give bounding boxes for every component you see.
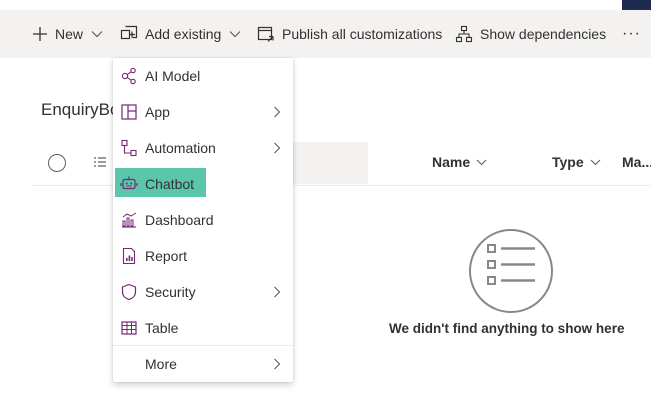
- menu-item-report[interactable]: Report: [113, 238, 293, 274]
- plus-icon: [33, 27, 47, 41]
- column-header-name[interactable]: Name: [432, 154, 487, 170]
- column-header-managed[interactable]: Ma...: [622, 154, 651, 170]
- menu-item-table[interactable]: Table: [113, 310, 293, 346]
- dependencies-label: Show dependencies: [480, 26, 607, 42]
- dependencies-icon: [455, 25, 473, 43]
- menu-item-dashboard[interactable]: Dashboard: [113, 202, 293, 238]
- chevron-down-icon: [590, 159, 601, 165]
- menu-item-label: Table: [145, 320, 179, 336]
- main-content: EnquiryBot Name Type Ma... We didn't fin…: [0, 58, 651, 403]
- dashboard-icon: [122, 212, 137, 228]
- menu-item-label: AI Model: [145, 68, 201, 84]
- chatbot-icon: [120, 176, 138, 190]
- menu-item-label: Report: [145, 248, 188, 264]
- chevron-right-icon: [274, 286, 281, 298]
- publish-icon: [257, 26, 274, 42]
- chevron-down-icon: [476, 159, 487, 165]
- page-title: EnquiryBot: [41, 100, 115, 119]
- menu-item-label: App: [145, 104, 170, 120]
- menu-item-ai-model[interactable]: AI Model: [113, 58, 293, 94]
- select-all-checkbox[interactable]: [48, 154, 66, 172]
- column-header-label: Type: [552, 154, 584, 170]
- command-bar: New Add existing Publish all customizati…: [0, 10, 651, 58]
- chevron-right-icon: [274, 142, 281, 154]
- add-existing-label: Add existing: [145, 26, 222, 42]
- menu-item-label: Security: [145, 284, 196, 300]
- publish-all-button[interactable]: Publish all customizations: [257, 10, 442, 58]
- search-input[interactable]: [288, 142, 368, 184]
- table-icon: [121, 321, 137, 335]
- chevron-right-icon: [274, 358, 281, 370]
- report-icon: [122, 247, 136, 265]
- menu-item-automation[interactable]: Automation: [113, 130, 293, 166]
- column-header-label: Name: [432, 154, 471, 170]
- add-existing-menu: AI Model App Automation Chatbot Dashboar…: [113, 58, 293, 382]
- menu-item-label: Chatbot: [145, 176, 195, 192]
- add-existing-button[interactable]: Add existing: [120, 10, 241, 58]
- overflow-icon: ···: [622, 25, 641, 42]
- publish-label: Publish all customizations: [282, 26, 443, 42]
- security-icon: [121, 283, 137, 301]
- menu-item-app[interactable]: App: [113, 94, 293, 130]
- app-icon: [121, 104, 137, 120]
- automation-icon: [121, 139, 137, 157]
- more-commands-button[interactable]: ···: [622, 10, 641, 58]
- new-button[interactable]: New: [32, 10, 103, 58]
- menu-item-label: Dashboard: [145, 212, 214, 228]
- chevron-right-icon: [274, 106, 281, 118]
- menu-item-chatbot[interactable]: Chatbot: [113, 166, 293, 202]
- chevron-down-icon: [91, 31, 103, 38]
- list-view-icon[interactable]: [93, 156, 107, 170]
- empty-list-icon: [469, 229, 553, 313]
- menu-item-more[interactable]: More: [113, 346, 293, 382]
- column-header-label: Ma...: [622, 154, 651, 170]
- chevron-down-icon: [229, 31, 241, 38]
- empty-state-message: We didn't find anything to show here: [389, 321, 625, 336]
- menu-item-label: Automation: [145, 140, 216, 156]
- column-header-type[interactable]: Type: [552, 154, 601, 170]
- show-dependencies-button[interactable]: Show dependencies: [455, 10, 606, 58]
- ai-model-icon: [121, 67, 136, 85]
- add-existing-icon: [120, 25, 138, 40]
- header-edge: [622, 0, 651, 10]
- top-strip: [0, 0, 651, 10]
- menu-item-security[interactable]: Security: [113, 274, 293, 310]
- new-label: New: [55, 26, 84, 42]
- menu-item-label: More: [145, 356, 177, 372]
